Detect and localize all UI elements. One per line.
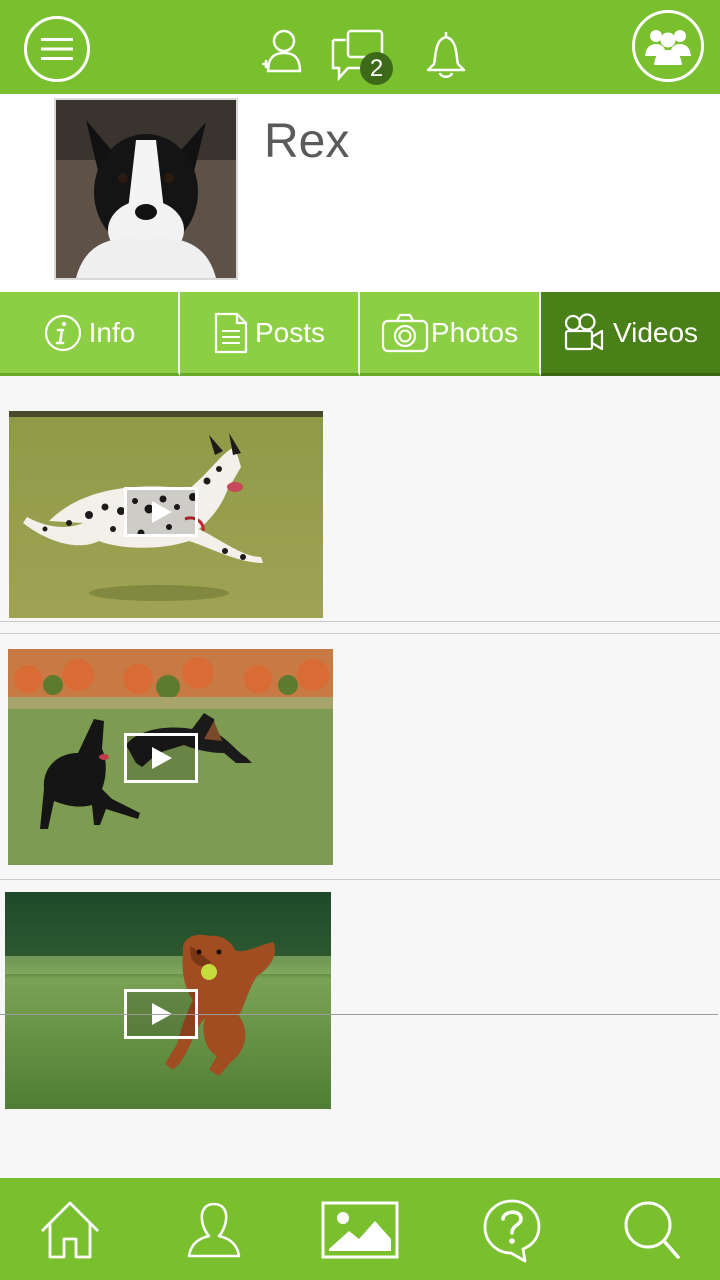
dog-avatar-image	[56, 100, 236, 278]
search-icon	[624, 1201, 680, 1259]
tab-posts-label: Posts	[254, 316, 326, 348]
videos-list	[0, 378, 720, 1178]
profile-icon	[187, 1202, 241, 1258]
camera-icon	[381, 312, 429, 354]
gallery-icon	[321, 1201, 399, 1259]
bottom-nav	[0, 1178, 720, 1280]
top-bar: 2	[0, 0, 720, 94]
play-icon	[152, 501, 172, 523]
document-icon	[213, 311, 249, 355]
play-icon	[152, 747, 172, 769]
tab-info[interactable]: Info	[0, 292, 180, 376]
nav-profile[interactable]	[178, 1194, 250, 1266]
tab-videos-label: Videos	[612, 316, 699, 348]
video-thumbnail[interactable]	[9, 411, 323, 618]
tab-photos-label: Photos	[430, 316, 519, 348]
video-camera-icon	[563, 312, 605, 353]
play-button[interactable]	[124, 733, 198, 783]
tab-videos[interactable]: Videos	[541, 292, 720, 376]
group-icon	[645, 30, 691, 65]
video-thumbnail[interactable]	[8, 649, 333, 865]
home-icon	[41, 1201, 99, 1259]
tab-photos[interactable]: Photos	[360, 292, 541, 376]
profile-name: Rex	[264, 115, 350, 168]
divider	[0, 633, 720, 634]
add-friend-button[interactable]	[258, 28, 304, 74]
profile-tabs: Info Posts Photos Videos	[0, 292, 720, 376]
tab-posts[interactable]: Posts	[180, 292, 360, 376]
divider	[0, 621, 720, 622]
add-friend-icon	[262, 29, 302, 73]
notifications-button[interactable]	[422, 28, 470, 80]
divider	[0, 879, 720, 880]
help-icon	[483, 1199, 541, 1263]
profile-header: Rex	[0, 94, 720, 292]
video-thumbnail[interactable]	[5, 892, 331, 1109]
message-count-badge: 2	[360, 52, 393, 85]
avatar[interactable]	[54, 98, 238, 280]
nav-gallery[interactable]	[320, 1194, 400, 1266]
groups-button[interactable]	[632, 10, 704, 82]
bell-icon	[426, 32, 466, 78]
tab-info-label: Info	[88, 316, 136, 348]
play-button[interactable]	[124, 487, 198, 537]
app: 2 Rex Info Posts Photos Videos	[0, 0, 720, 1280]
nav-home[interactable]	[34, 1194, 106, 1266]
nav-help[interactable]	[476, 1194, 548, 1266]
menu-button[interactable]	[24, 16, 90, 82]
menu-icon	[41, 38, 73, 60]
nav-search[interactable]	[616, 1194, 688, 1266]
divider	[0, 1014, 718, 1015]
info-icon	[43, 313, 83, 353]
